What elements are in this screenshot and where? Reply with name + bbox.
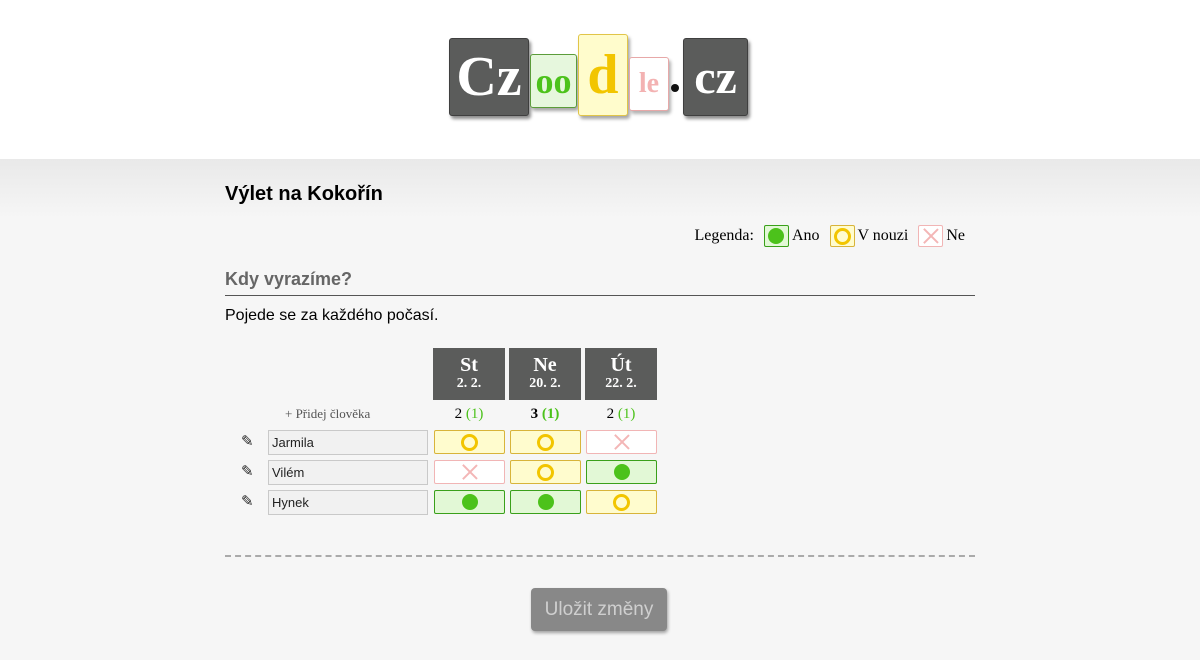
logo-tile-d: d xyxy=(578,34,628,116)
vote-cell-yes[interactable] xyxy=(510,490,581,514)
question-heading: Kdy vyrazíme? xyxy=(225,269,353,289)
save-button[interactable]: Uložit změny xyxy=(531,588,667,631)
legend-label: Legenda: xyxy=(694,227,754,244)
vote-cell-maybe[interactable] xyxy=(434,430,505,454)
dashed-divider xyxy=(225,555,975,557)
date-date: 2. 2. xyxy=(456,376,482,391)
legend-maybe-box xyxy=(829,225,855,247)
vote-cell-no[interactable] xyxy=(586,430,657,454)
pencil-icon[interactable]: ✎ xyxy=(241,434,255,450)
add-person-link[interactable]: + Přidej člověka xyxy=(285,406,370,422)
yes-count: 3 xyxy=(530,406,539,422)
yes-count: 2 xyxy=(454,406,463,422)
legend-yes-label: Ano xyxy=(791,227,820,244)
maybe-count: (1) xyxy=(617,406,636,422)
cross-icon xyxy=(923,228,939,244)
logo-tile-tld: cz xyxy=(683,38,748,116)
logo-tile-le: le xyxy=(629,57,669,111)
logo[interactable]: Cz oo d le cz xyxy=(0,0,1200,159)
vote-count: 3 (1) xyxy=(509,406,581,423)
participant-name-field[interactable]: Hynek xyxy=(268,490,428,515)
legend-item-maybe: V nouzi xyxy=(829,225,909,247)
poll-description: Pojede se za každého počasí. xyxy=(225,307,439,324)
pencil-icon[interactable]: ✎ xyxy=(241,494,255,510)
maybe-count: (1) xyxy=(541,406,560,422)
yes-count: 2 xyxy=(606,406,615,422)
vote-cell-yes[interactable] xyxy=(434,490,505,514)
ring-icon xyxy=(833,227,851,245)
participant-name-field[interactable]: Jarmila xyxy=(268,430,428,455)
vote-count: 2 (1) xyxy=(433,406,505,423)
vote-cell-maybe[interactable] xyxy=(510,460,581,484)
legend-no-box xyxy=(918,225,944,247)
ring-icon xyxy=(613,493,630,511)
vote-cell-maybe[interactable] xyxy=(586,490,657,514)
ring-icon xyxy=(537,433,554,451)
vote-count: 2 (1) xyxy=(585,406,657,423)
date-day: Út xyxy=(610,354,632,376)
ring-icon xyxy=(461,433,478,451)
page-title: Výlet na Kokořín xyxy=(225,183,383,205)
ring-icon xyxy=(537,463,554,481)
legend-maybe-label: V nouzi xyxy=(857,227,909,244)
vote-cell-no[interactable] xyxy=(434,460,505,484)
legend-item-no: Ne xyxy=(918,225,965,247)
logo-tile-oo: oo xyxy=(530,54,577,108)
maybe-count: (1) xyxy=(465,406,484,422)
divider xyxy=(225,295,975,296)
logo-dot xyxy=(671,84,679,92)
filled-circle-icon xyxy=(461,494,478,510)
main-area: Výlet na Kokořín Legenda: Ano V nouzi Ne xyxy=(0,159,1200,660)
legend: Legenda: Ano V nouzi Ne xyxy=(694,225,965,247)
legend-yes-box xyxy=(763,225,789,247)
date-date: 22. 2. xyxy=(605,376,637,391)
header: Cz oo d le cz xyxy=(0,0,1200,159)
cross-icon xyxy=(614,434,630,450)
vote-cell-maybe[interactable] xyxy=(510,430,581,454)
legend-item-yes: Ano xyxy=(763,225,820,247)
date-day: Ne xyxy=(533,354,557,376)
filled-circle-icon xyxy=(768,228,785,244)
legend-no-label: Ne xyxy=(946,227,965,244)
date-column-header: Út 22. 2. xyxy=(585,348,657,400)
date-date: 20. 2. xyxy=(529,376,561,391)
date-column-header: Ne 20. 2. xyxy=(509,348,581,400)
filled-circle-icon xyxy=(537,494,554,510)
date-day: St xyxy=(460,354,478,376)
date-column-header: St 2. 2. xyxy=(433,348,505,400)
pencil-icon[interactable]: ✎ xyxy=(241,464,255,480)
logo-tile-cz: Cz xyxy=(449,38,529,116)
cross-icon xyxy=(462,464,478,480)
participant-name-field[interactable]: Vilém xyxy=(268,460,428,485)
filled-circle-icon xyxy=(613,464,630,480)
vote-cell-yes[interactable] xyxy=(586,460,657,484)
